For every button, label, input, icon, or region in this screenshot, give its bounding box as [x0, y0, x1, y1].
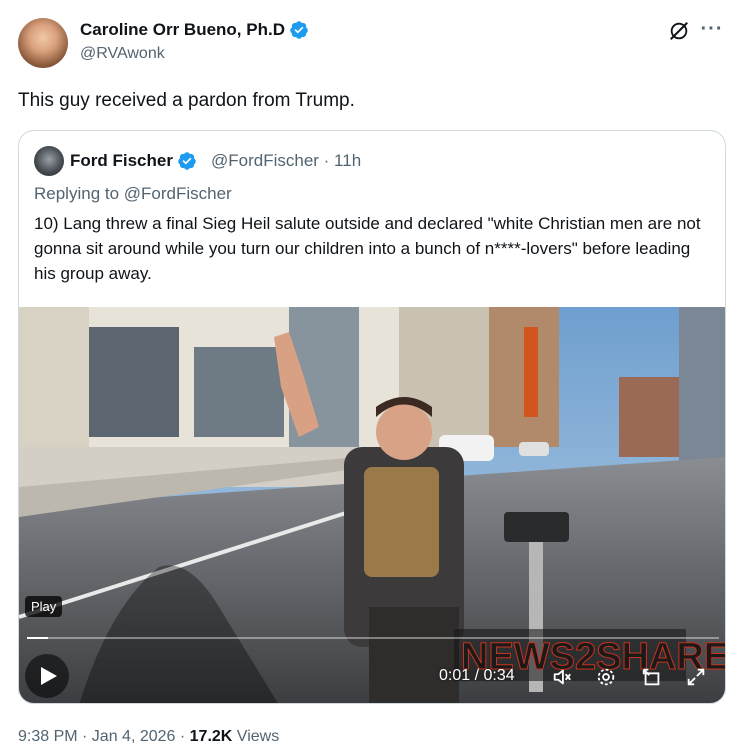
more-icon[interactable]: ··· [700, 19, 724, 42]
video-progress-bar[interactable] [27, 637, 719, 639]
fullscreen-icon[interactable] [685, 666, 707, 688]
video-frame: NEWS2SHARE [19, 307, 725, 703]
author-name[interactable]: Caroline Orr Bueno, Ph.D [80, 18, 309, 42]
author-name-text[interactable]: Caroline Orr Bueno, Ph.D [80, 18, 285, 42]
gear-icon[interactable] [595, 666, 617, 688]
quoted-handle-time[interactable]: @FordFischer · 11h [211, 150, 361, 172]
tweet-meta: 9:38 PM · Jan 4, 2026 · 17.2K Views [18, 726, 279, 748]
video-progress-fill [27, 637, 48, 639]
replying-to[interactable]: Replying to @FordFischer [34, 182, 232, 206]
video-player[interactable]: NEWS2SHARE Play 0:01 / 0:34 [19, 307, 725, 703]
quoted-author-name[interactable]: Ford Fischer [70, 150, 197, 172]
views-label: Views [232, 728, 280, 745]
timestamp[interactable]: 9:38 PM · Jan 4, 2026 · [18, 728, 190, 745]
tweet: Caroline Orr Bueno, Ph.D @RVAwonk ··· Th… [0, 0, 730, 749]
quoted-avatar[interactable] [34, 146, 64, 176]
views-count: 17.2K [189, 728, 233, 745]
play-button[interactable] [25, 654, 69, 698]
video-time: 0:01 / 0:34 [439, 667, 515, 684]
quoted-text: 10) Lang threw a final Sieg Heil salute … [34, 214, 701, 283]
play-badge: Play [25, 596, 63, 617]
tweet-text: This guy received a pardon from Trump. [18, 90, 355, 111]
volume-icon[interactable] [551, 666, 573, 688]
picture-in-picture-icon[interactable] [641, 666, 663, 688]
quoted-tweet[interactable]: Ford Fischer @FordFischer · 11h Replying… [18, 130, 726, 704]
author-handle[interactable]: @RVAwonk [80, 43, 165, 65]
avatar[interactable] [18, 18, 68, 68]
play-icon [41, 667, 57, 685]
grok-icon[interactable] [668, 20, 690, 42]
verified-badge-icon [290, 21, 308, 39]
quoted-author-name-text[interactable]: Ford Fischer [70, 150, 173, 172]
verified-badge-icon [178, 152, 196, 170]
